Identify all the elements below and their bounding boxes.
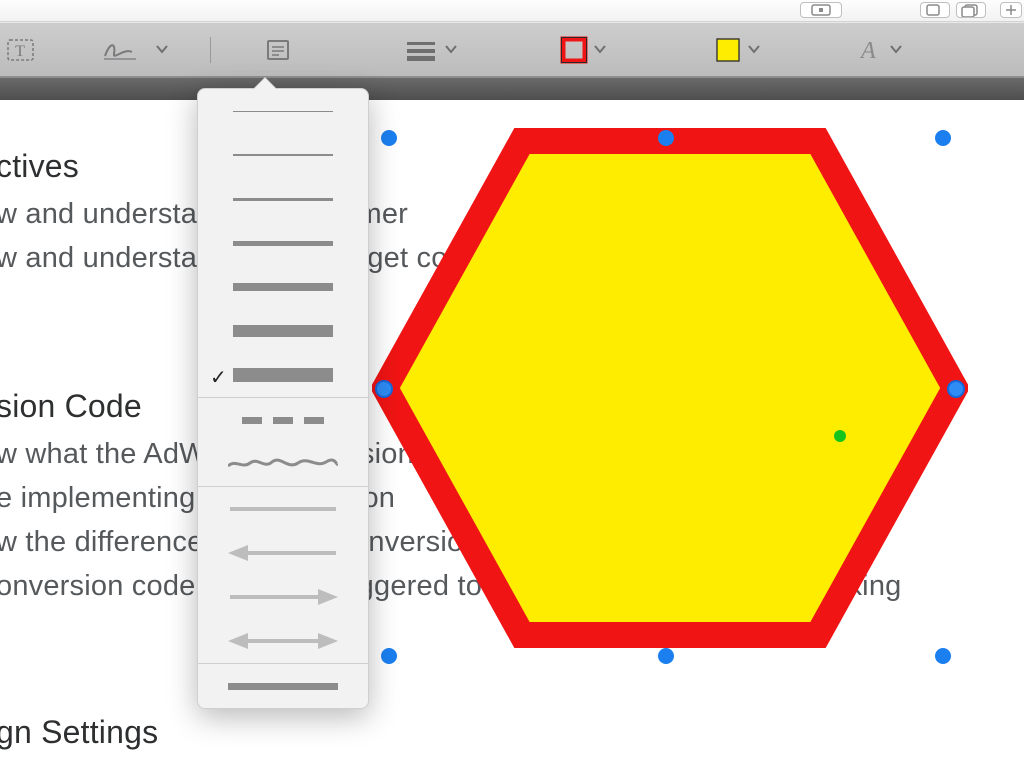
selection-handle-w[interactable] <box>375 380 393 398</box>
toolbar-separator <box>210 37 211 63</box>
line-style-scribble[interactable] <box>198 442 368 486</box>
selection-handle-n[interactable] <box>658 130 674 146</box>
stroke-color-tool[interactable] <box>548 30 618 70</box>
line-weight-option-selected[interactable]: ✓ <box>198 353 368 397</box>
line-weight-option[interactable] <box>198 221 368 265</box>
line-weight-dropdown: ✓ <box>197 88 369 709</box>
line-weight-option[interactable] <box>198 133 368 177</box>
line-weight-tool[interactable] <box>396 30 466 70</box>
titlebar-button-2[interactable] <box>920 2 950 18</box>
chevron-down-icon <box>445 41 457 59</box>
doc-line: w the difference between Conversions & C… <box>0 526 838 559</box>
line-weight-option[interactable] <box>198 265 368 309</box>
doc-line: onversion code has been triggered to an … <box>0 570 901 603</box>
markup-toolbar: T A <box>0 22 1024 78</box>
svg-text:T: T <box>15 43 25 60</box>
line-endpoint-end[interactable] <box>198 575 368 619</box>
selection-handle-se[interactable] <box>935 648 951 664</box>
fill-color-tool[interactable] <box>702 30 772 70</box>
window-chrome-strip <box>0 78 1024 100</box>
line-weight-option[interactable] <box>198 309 368 353</box>
line-endpoint-start[interactable] <box>198 531 368 575</box>
line-style-dashed[interactable] <box>198 398 368 442</box>
doc-heading: gn Settings <box>0 714 158 751</box>
chevron-down-icon <box>156 41 168 59</box>
svg-text:A: A <box>859 38 876 63</box>
shape-adjust-handle[interactable] <box>834 430 846 442</box>
selection-handle-sw[interactable] <box>381 648 397 664</box>
dropdown-pointer <box>254 78 276 89</box>
line-endpoint-none[interactable] <box>198 487 368 531</box>
chevron-down-icon <box>890 41 902 59</box>
chevron-down-icon <box>748 41 760 59</box>
checkmark-icon: ✓ <box>210 365 227 390</box>
window-titlebar <box>0 0 1024 22</box>
doc-heading: sion Code <box>0 388 142 425</box>
note-tool[interactable] <box>258 30 298 70</box>
selection-handle-e[interactable] <box>947 380 965 398</box>
selection-handle-nw[interactable] <box>381 130 397 146</box>
doc-heading: ctives <box>0 148 79 185</box>
selection-handle-s[interactable] <box>658 648 674 664</box>
text-tool[interactable]: T <box>2 30 42 70</box>
titlebar-button-3[interactable] <box>956 2 986 18</box>
chevron-down-icon <box>594 41 606 59</box>
line-weight-option[interactable] <box>198 177 368 221</box>
line-weight-option[interactable] <box>198 89 368 133</box>
document-page: ctives w and understand the customer w a… <box>0 100 1024 765</box>
titlebar-button-4[interactable] <box>1000 2 1022 18</box>
doc-line: w and understand how to target conversio… <box>0 242 858 275</box>
line-weight-custom[interactable] <box>198 664 368 708</box>
selection-handle-ne[interactable] <box>935 130 951 146</box>
font-style-tool[interactable]: A <box>852 30 907 70</box>
titlebar-button-1[interactable] <box>800 2 842 18</box>
line-endpoint-both[interactable] <box>198 619 368 663</box>
signature-tool[interactable] <box>100 30 170 70</box>
